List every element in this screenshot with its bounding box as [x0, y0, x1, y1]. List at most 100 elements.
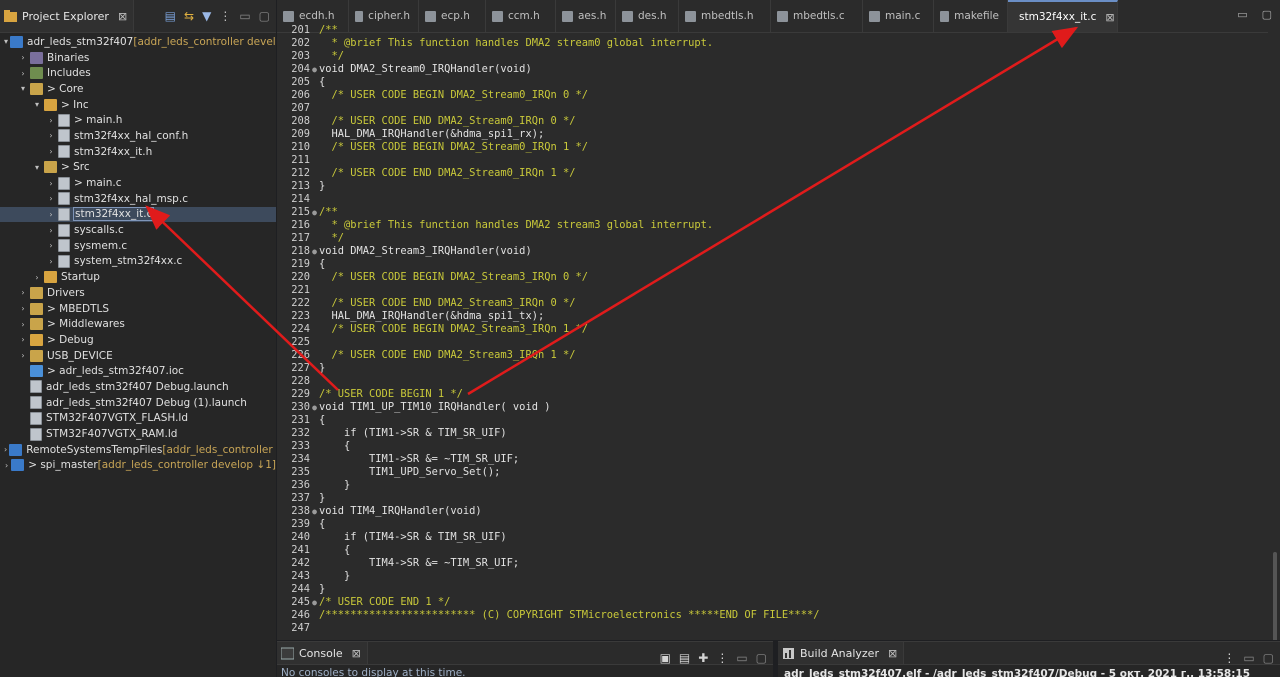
chevron-right-icon[interactable]: ›	[46, 257, 56, 266]
minimize-icon[interactable]: ▭	[1243, 651, 1254, 665]
fold-marker-icon[interactable]: ●	[310, 206, 319, 219]
chevron-right-icon[interactable]: ›	[4, 461, 9, 470]
tree-item[interactable]: ▾ adr_leds_stm32f407 [addr_leds_controlle…	[0, 34, 276, 50]
tree-item[interactable]: › > Debug	[0, 332, 276, 348]
tree-item[interactable]: › RemoteSystemsTempFiles [addr_leds_contr…	[0, 442, 276, 458]
tree-item[interactable]: › stm32f4xx_it.h	[0, 144, 276, 160]
editor-tab-label: ecdh.h	[299, 10, 335, 22]
chevron-right-icon[interactable]: ›	[46, 194, 56, 203]
chevron-right-icon[interactable]: ›	[4, 445, 7, 454]
tree-item[interactable]: adr_leds_stm32f407 Debug (1).launch	[0, 395, 276, 411]
view-menu-icon[interactable]: ⋮	[219, 9, 231, 23]
chevron-right-icon[interactable]: ›	[32, 273, 42, 282]
maximize-icon[interactable]: ▢	[1263, 651, 1274, 665]
tree-item[interactable]: › Includes	[0, 65, 276, 81]
chevron-down-icon[interactable]: ▾	[32, 100, 42, 109]
open-console-icon[interactable]: ✚	[698, 651, 708, 665]
minimize-icon[interactable]: ▭	[239, 9, 250, 23]
tree-item-label: stm32f4xx_hal_msp.c	[74, 192, 188, 205]
chevron-right-icon[interactable]: ›	[46, 179, 56, 188]
tab-build-analyzer[interactable]: Build Analyzer ⊠	[778, 642, 905, 664]
pin-console-icon[interactable]: ▣	[660, 651, 671, 665]
tree-item[interactable]: › > main.h	[0, 112, 276, 128]
chevron-right-icon[interactable]: ›	[18, 351, 28, 360]
tree-item[interactable]: › > Middlewares	[0, 316, 276, 332]
line-number: 230	[291, 401, 310, 413]
chevron-down-icon[interactable]: ▾	[32, 163, 42, 172]
tree-item[interactable]: › > spi_master [addr_leds_controller deve…	[0, 458, 276, 474]
code-line: 234 TIM1->SR &= ~TIM_SR_UIF;	[277, 453, 1268, 466]
project-tree: ▾ adr_leds_stm32f407 [addr_leds_controlle…	[0, 33, 276, 473]
chevron-right-icon[interactable]: ›	[18, 304, 28, 313]
close-icon[interactable]: ⊠	[1105, 11, 1114, 24]
tree-item[interactable]: STM32F407VGTX_RAM.ld	[0, 426, 276, 442]
fold-marker-icon[interactable]: ●	[310, 245, 319, 258]
chevron-right-icon[interactable]: ›	[46, 241, 56, 250]
fold-marker-icon[interactable]: ●	[310, 505, 319, 518]
file-icon	[30, 396, 42, 410]
tree-item[interactable]: › USB_DEVICE	[0, 348, 276, 364]
tree-item[interactable]: ▾ > Src	[0, 160, 276, 176]
chevron-right-icon[interactable]: ›	[18, 320, 28, 329]
tree-item[interactable]: › system_stm32f4xx.c	[0, 254, 276, 270]
maximize-icon[interactable]: ▢	[1262, 8, 1272, 21]
code-text: TIM4->SR &= ~TIM_SR_UIF;	[319, 557, 520, 569]
view-menu-icon[interactable]: ⋮	[1223, 651, 1235, 665]
chevron-right-icon[interactable]: ›	[46, 116, 56, 125]
code-line: 241 {	[277, 544, 1268, 557]
line-number: 232	[291, 427, 310, 439]
editor-tab-label: des.h	[638, 10, 667, 22]
tree-item[interactable]: › Drivers	[0, 285, 276, 301]
chevron-down-icon[interactable]: ▾	[18, 84, 28, 93]
fold-marker-icon[interactable]: ●	[310, 401, 319, 414]
chevron-right-icon[interactable]: ›	[18, 288, 28, 297]
maximize-icon[interactable]: ▢	[259, 9, 270, 23]
chevron-right-icon[interactable]: ›	[46, 226, 56, 235]
code-line: 224 /* USER CODE BEGIN DMA2_Stream3_IRQn…	[277, 323, 1268, 336]
chevron-right-icon[interactable]: ›	[18, 53, 28, 62]
code-area[interactable]: 201/** 202 * @brief This function handles…	[277, 24, 1268, 635]
chevron-right-icon[interactable]: ›	[46, 147, 56, 156]
code-line: 236 }	[277, 479, 1268, 492]
tree-item[interactable]: › Binaries	[0, 50, 276, 66]
close-icon[interactable]: ⊠	[888, 647, 897, 660]
tree-item[interactable]: › stm32f4xx_hal_conf.h	[0, 128, 276, 144]
collapse-all-icon[interactable]: ▤	[165, 9, 176, 23]
view-menu-icon[interactable]: ⋮	[716, 651, 728, 665]
display-console-icon[interactable]: ▤	[679, 651, 690, 665]
chevron-right-icon[interactable]: ›	[18, 69, 28, 78]
chevron-right-icon[interactable]: ›	[46, 210, 56, 219]
code-text: }	[319, 583, 326, 595]
fold-gutter	[310, 219, 319, 232]
tree-item[interactable]: › stm32f4xx_hal_msp.c	[0, 191, 276, 207]
tree-item[interactable]: adr_leds_stm32f407 Debug.launch	[0, 379, 276, 395]
close-icon[interactable]: ⊠	[352, 647, 361, 660]
tree-item[interactable]: > adr_leds_stm32f407.ioc	[0, 363, 276, 379]
tree-item[interactable]: › stm32f4xx_it.c	[0, 206, 276, 223]
tree-item[interactable]: › syscalls.c	[0, 222, 276, 238]
chevron-right-icon[interactable]: ›	[18, 335, 28, 344]
maximize-icon[interactable]: ▢	[756, 651, 767, 665]
minimize-icon[interactable]: ▭	[1237, 8, 1247, 21]
tree-item[interactable]: ▾ > Inc	[0, 97, 276, 113]
tree-item[interactable]: › sysmem.c	[0, 238, 276, 254]
tree-item[interactable]: › Startup	[0, 269, 276, 285]
tree-item[interactable]: › > MBEDTLS	[0, 301, 276, 317]
editor-scrollbar[interactable]	[1268, 32, 1280, 640]
chevron-down-icon[interactable]: ▾	[4, 37, 8, 46]
minimize-icon[interactable]: ▭	[736, 651, 747, 665]
tree-item[interactable]: ▾ > Core	[0, 81, 276, 97]
tree-item[interactable]: › > main.c	[0, 175, 276, 191]
tab-project-explorer[interactable]: Project Explorer ⊠	[0, 0, 135, 32]
chevron-right-icon[interactable]: ›	[46, 131, 56, 140]
fold-marker-icon[interactable]: ●	[310, 596, 319, 609]
fold-marker-icon[interactable]: ●	[310, 63, 319, 76]
scrollbar-thumb[interactable]	[1273, 552, 1277, 640]
line-number: 211	[291, 154, 310, 166]
tree-item[interactable]: STM32F407VGTX_FLASH.ld	[0, 411, 276, 427]
close-icon[interactable]: ⊠	[118, 10, 127, 23]
editor-tab-label: aes.h	[578, 10, 607, 22]
link-with-editor-icon[interactable]: ⇆	[184, 9, 194, 23]
tab-console[interactable]: Console ⊠	[277, 642, 368, 664]
filter-icon[interactable]: ▼	[202, 9, 211, 23]
